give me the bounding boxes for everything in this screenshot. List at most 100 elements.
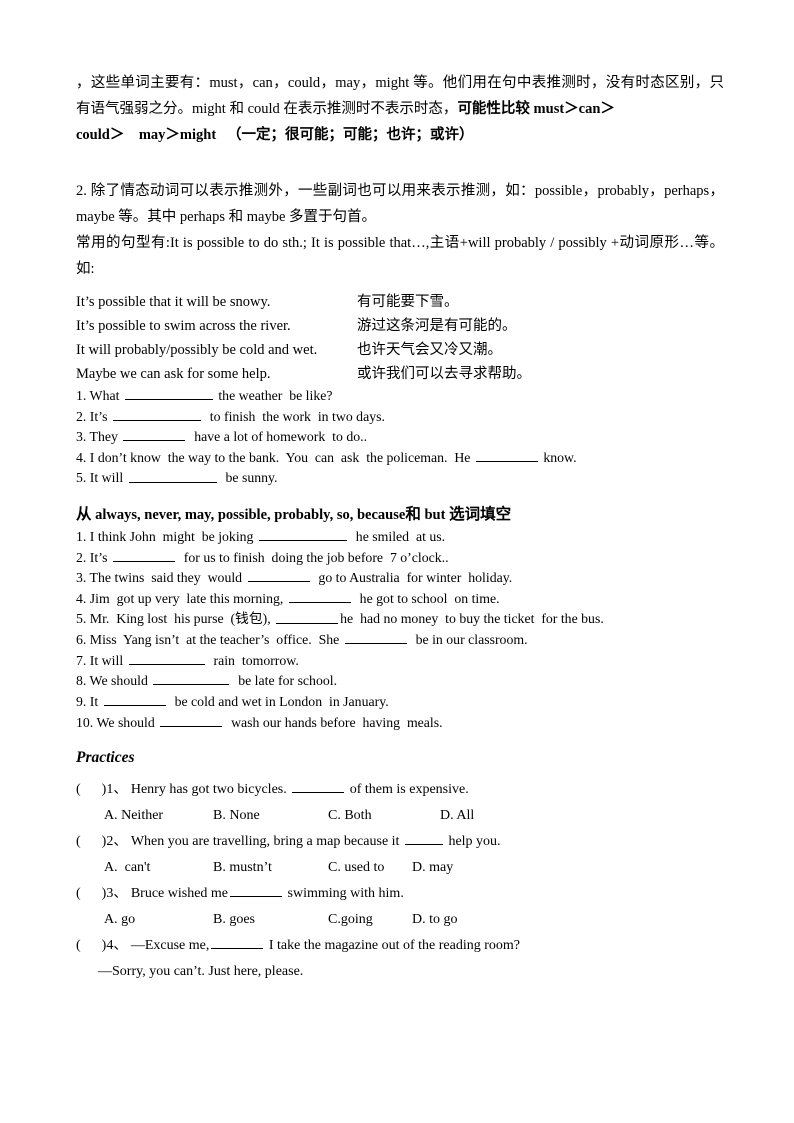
item-text-after: know. bbox=[539, 449, 577, 465]
mc-answer-line: —Sorry, you can’t. Just here, please. bbox=[98, 964, 304, 980]
list-item: 2. It’s for us to finish doing the job b… bbox=[76, 548, 724, 569]
document-content: ，这些单词主要有：must，can，could，may，might 等。他们用在… bbox=[76, 70, 724, 985]
answer-blank[interactable] bbox=[247, 568, 310, 583]
item-text-after: to finish the work in two days. bbox=[202, 408, 385, 424]
answer-blank[interactable] bbox=[404, 831, 443, 846]
item-text-before: I don’t know the way to the bank. You ca… bbox=[86, 449, 474, 465]
answer-blank[interactable] bbox=[288, 589, 351, 603]
item-number: 5. bbox=[76, 611, 87, 627]
section2-paragraph-2: 常用的句型有:It is possible to do sth.; It is … bbox=[76, 235, 724, 277]
answer-blank[interactable] bbox=[128, 468, 217, 483]
question-text-before: When you are travelling, bring a map bec… bbox=[127, 834, 403, 850]
list-item: 2. It’s to finish the work in two days. bbox=[76, 407, 724, 428]
item-number: 3. bbox=[76, 429, 87, 445]
example-english: It’s possible to swim across the river. bbox=[76, 318, 291, 334]
mc-option-a[interactable]: A. Neither bbox=[104, 803, 163, 829]
answer-blank[interactable] bbox=[112, 548, 175, 562]
exercise-a-list: 1. What the weather be like? 2. It’s to … bbox=[76, 386, 724, 489]
answer-bracket[interactable]: ( )4、 bbox=[76, 938, 127, 953]
example-chinese: 游过这条河是有可能的。 bbox=[357, 318, 517, 334]
example-english: It’s possible that it will be snowy. bbox=[76, 294, 271, 310]
mc-option-c[interactable]: C. Both bbox=[328, 803, 372, 829]
item-number: 4. bbox=[76, 449, 87, 465]
mc-option-b[interactable]: B. goes bbox=[213, 907, 255, 933]
answer-blank[interactable] bbox=[160, 713, 223, 727]
item-text-after: be late for school. bbox=[231, 673, 338, 689]
mc-option-b[interactable]: B. None bbox=[213, 803, 260, 829]
answer-blank[interactable] bbox=[211, 935, 264, 950]
answer-bracket[interactable]: ( )1、 bbox=[76, 782, 127, 797]
item-text-after: he got to school on time. bbox=[352, 590, 500, 606]
item-text-after: wash our hands before having meals. bbox=[224, 714, 443, 730]
item-number: 10. bbox=[76, 714, 94, 730]
list-item: 4. I don’t know the way to the bank. You… bbox=[76, 448, 724, 469]
answer-blank[interactable] bbox=[258, 527, 347, 542]
item-text-after: the weather be like? bbox=[214, 388, 333, 404]
answer-blank[interactable] bbox=[292, 779, 345, 794]
answer-bracket[interactable]: ( )2、 bbox=[76, 834, 127, 849]
list-item: 3. They have a lot of homework to do.. bbox=[76, 427, 724, 448]
example-chinese: 有可能要下雪。 bbox=[357, 294, 459, 310]
answer-blank[interactable] bbox=[124, 386, 213, 401]
mc-question: ( )2、 When you are travelling, bring a m… bbox=[76, 829, 724, 855]
practices-heading: Practices bbox=[76, 749, 135, 767]
question-text-before: Bruce wished me bbox=[127, 886, 229, 902]
item-text-after: rain tomorrow. bbox=[206, 652, 299, 668]
list-item: 4. Jim got up very late this morning, he… bbox=[76, 589, 724, 610]
list-item: 8. We should be late for school. bbox=[76, 671, 724, 692]
item-number: 6. bbox=[76, 632, 87, 648]
answer-blank[interactable] bbox=[475, 448, 538, 462]
item-text-before: It will bbox=[86, 470, 127, 486]
question-text-after: help you. bbox=[444, 834, 501, 850]
mc-option-c[interactable]: C. used to bbox=[328, 855, 384, 881]
heading-cn-prefix: 从 bbox=[76, 506, 92, 524]
list-item: 10. We should wash our hands before havi… bbox=[76, 713, 724, 734]
mc-option-row: A. can't B. mustn’t C. used to D. may bbox=[76, 855, 724, 881]
answer-blank[interactable] bbox=[276, 609, 339, 624]
answer-blank[interactable] bbox=[123, 427, 186, 442]
mc-option-c[interactable]: C.going bbox=[328, 907, 373, 933]
answer-bracket[interactable]: ( )3、 bbox=[76, 886, 127, 901]
item-number: 1. bbox=[76, 529, 87, 545]
example-sentence-list: It’s possible that it will be snowy. 有可能… bbox=[76, 290, 724, 386]
practices-question-list: ( )1、 Henry has got two bicycles. of the… bbox=[76, 777, 724, 985]
answer-blank[interactable] bbox=[128, 651, 205, 665]
item-number: 4. bbox=[76, 590, 87, 606]
answer-blank[interactable] bbox=[344, 630, 407, 645]
exercise-b-list: 1. I think John might be joking he smile… bbox=[76, 527, 724, 733]
mc-question: ( )3、 Bruce wished me swimming with him. bbox=[76, 881, 724, 907]
section-b-heading: 从 always, never, may, possible, probably… bbox=[76, 503, 724, 527]
answer-blank[interactable] bbox=[230, 883, 283, 898]
mc-option-b[interactable]: B. mustn’t bbox=[213, 855, 272, 881]
question-text-after: swimming with him. bbox=[284, 886, 404, 902]
item-text-before: We should bbox=[86, 673, 152, 689]
mc-question: ( )1、 Henry has got two bicycles. of the… bbox=[76, 777, 724, 803]
item-text-before: It’s bbox=[86, 549, 111, 565]
mc-option-d[interactable]: D. may bbox=[412, 855, 453, 881]
list-item: Maybe we can ask for some help. 或许我们可以去寻… bbox=[76, 362, 724, 386]
question-text-before: —Excuse me, bbox=[127, 938, 210, 954]
item-number: 7. bbox=[76, 652, 87, 668]
item-text-before: Miss Yang isn’t at the teacher’s office.… bbox=[86, 632, 343, 648]
heading-english-words: always, never, may, possible, probably, … bbox=[91, 507, 406, 524]
answer-blank[interactable] bbox=[112, 407, 201, 421]
item-text-after: he smiled at us. bbox=[348, 529, 446, 545]
mc-option-a[interactable]: A. go bbox=[104, 907, 135, 933]
intro-line1-text: ，这些单词主要有：must，can，could，may，might 等。他们用在… bbox=[76, 75, 724, 117]
example-english: Maybe we can ask for some help. bbox=[76, 366, 271, 382]
mc-option-a[interactable]: A. can't bbox=[104, 855, 150, 881]
mc-option-d[interactable]: D. to go bbox=[412, 907, 458, 933]
item-text-before: It bbox=[86, 694, 102, 710]
item-text-after: be sunny. bbox=[218, 470, 278, 486]
mc-option-d[interactable]: D. All bbox=[440, 803, 474, 829]
answer-blank[interactable] bbox=[153, 671, 230, 686]
item-text-after: for us to finish doing the job before 7 … bbox=[176, 549, 449, 565]
list-item: 5. Mr. King lost his purse (钱包), he had … bbox=[76, 609, 724, 630]
item-number: 3. bbox=[76, 570, 87, 586]
answer-blank[interactable] bbox=[103, 692, 166, 707]
